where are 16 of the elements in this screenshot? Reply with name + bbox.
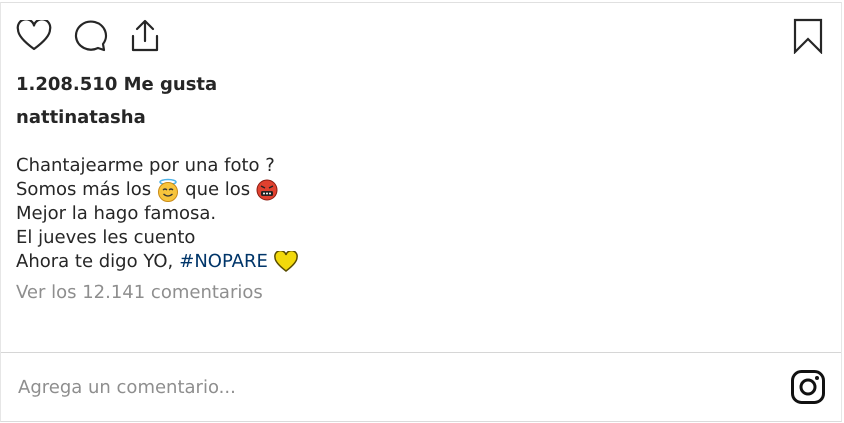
camera-logo-icon xyxy=(790,369,826,405)
angry-face-icon xyxy=(256,179,278,201)
caption-text: Ahora te digo YO, xyxy=(16,250,174,274)
like-heart-icon[interactable] xyxy=(16,20,52,52)
caption-text: Chantajearme por una foto ? xyxy=(16,154,275,178)
likes-count: 1.208.510 Me gusta xyxy=(16,74,218,95)
caption-text: Somos más los xyxy=(16,178,152,202)
caption-text: que los xyxy=(185,178,250,202)
hashtag-link[interactable]: #NOPARE xyxy=(179,250,268,274)
username-link[interactable]: nattinatasha xyxy=(16,107,826,128)
smiling-halo-face-icon xyxy=(157,178,180,202)
heart-icon xyxy=(274,251,298,273)
bookmark-icon[interactable] xyxy=(793,18,823,54)
comment-bubble-icon[interactable] xyxy=(72,19,108,53)
caption-text: El jueves les cuento xyxy=(16,226,196,250)
caption-text: Mejor la hago famosa. xyxy=(16,202,216,226)
